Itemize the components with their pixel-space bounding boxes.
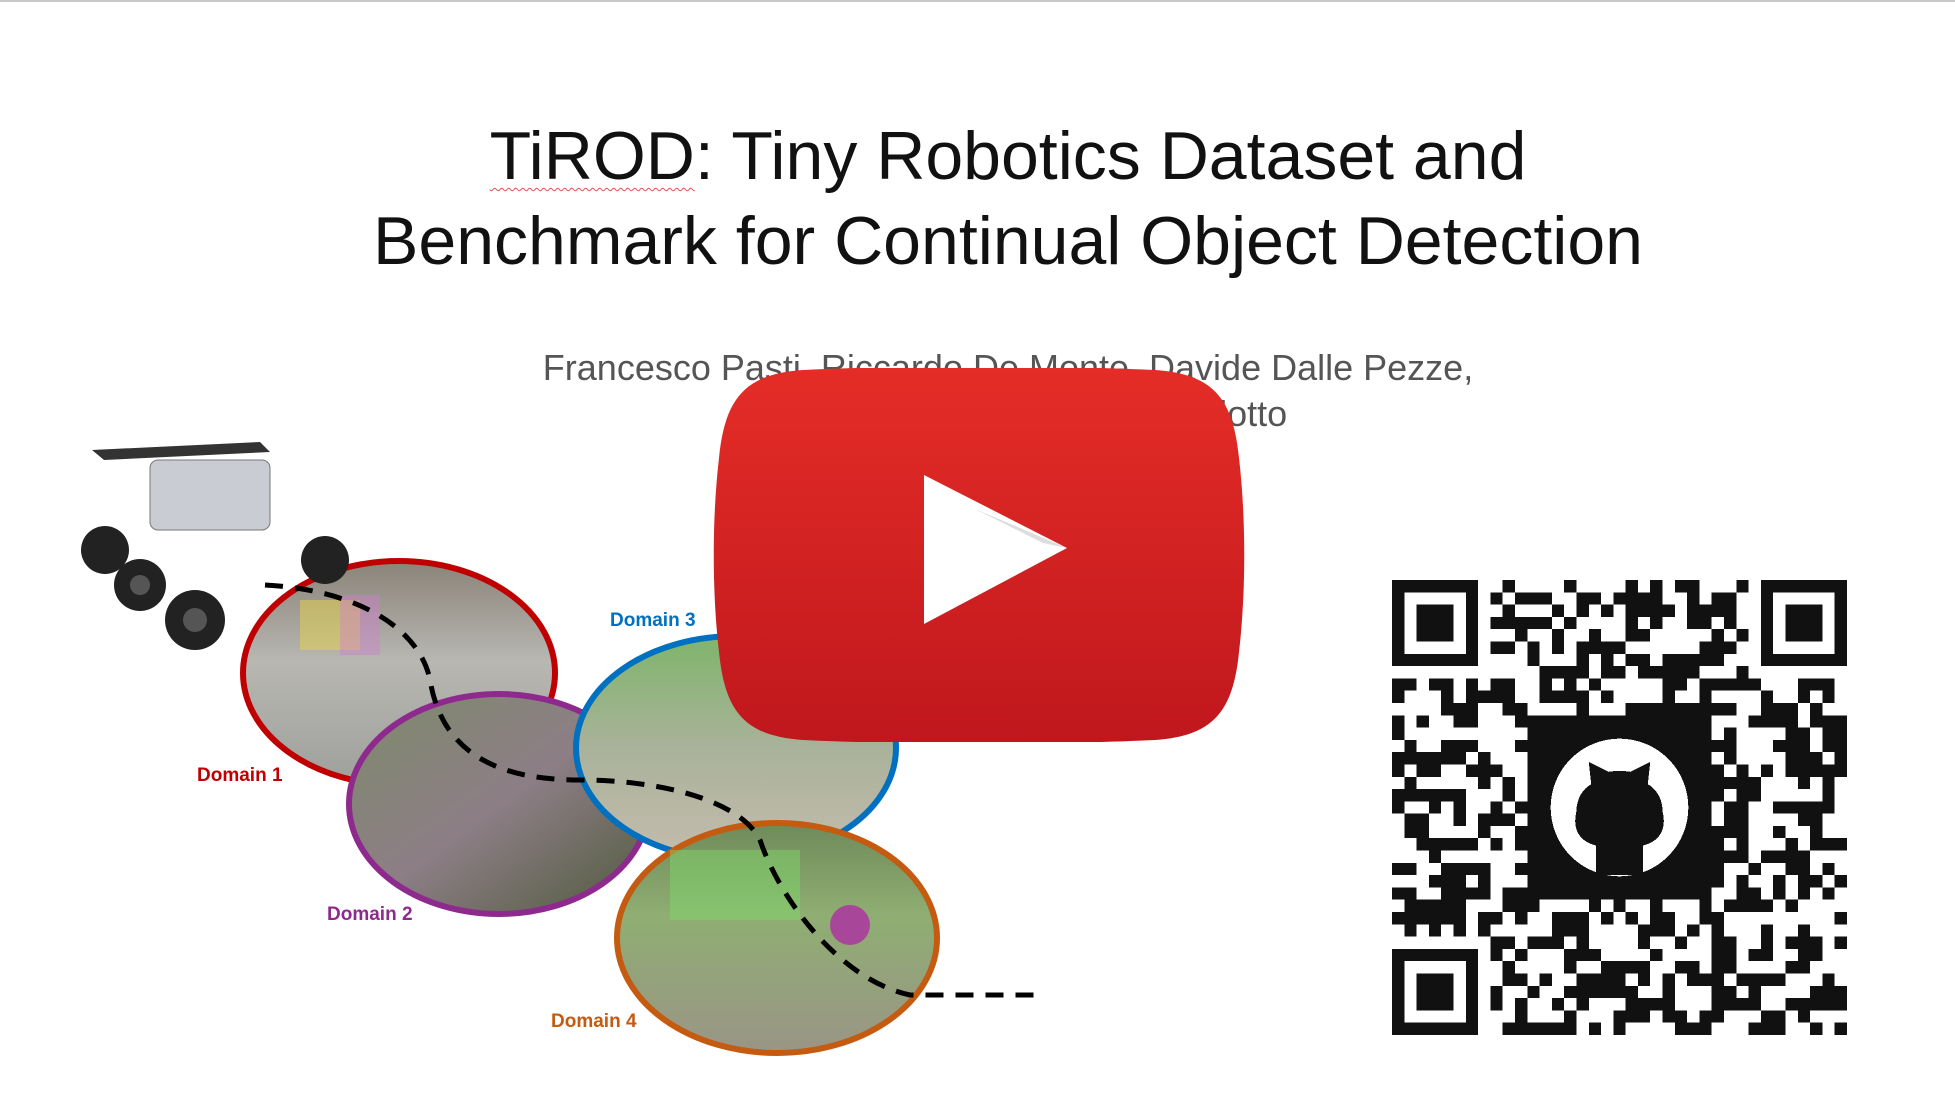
slide-title-line-2: Benchmark for Continual Object Detection [373,203,1643,279]
github-icon [1550,738,1689,877]
domain-4-image [614,820,940,1056]
window-top-border [0,0,1955,2]
domain-2-label: Domain 2 [327,904,413,925]
title-acronym: TiROD [489,118,695,194]
domain-3-label: Domain 3 [610,610,696,631]
domain-1-label: Domain 1 [197,765,283,786]
github-qr-code[interactable] [1392,580,1847,1035]
slide-title-line-1: TiROD: Tiny Robotics Dataset and [0,122,1955,190]
youtube-play-button[interactable] [713,368,1245,742]
title-text: : Tiny Robotics Dataset and [694,118,1527,194]
domain-4-label: Domain 4 [551,1011,637,1032]
